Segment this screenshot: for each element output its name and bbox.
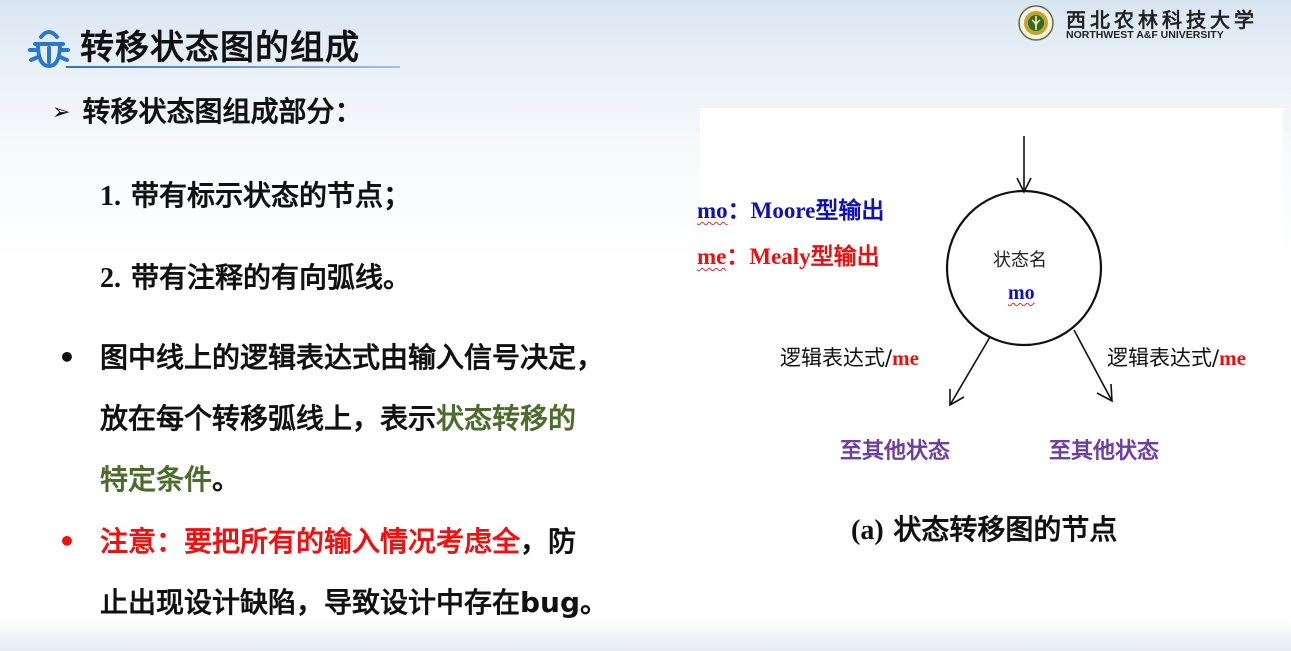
left-transition-arc xyxy=(949,336,991,406)
right-target-label: 至其他状态 xyxy=(1049,439,1160,464)
legend-moore: mo：Moore型输出 xyxy=(697,191,884,225)
legend-key: me xyxy=(697,244,727,269)
state-node-diagram xyxy=(945,136,1113,407)
left-target-label: 至其他状态 xyxy=(840,439,951,464)
legend-key: mo xyxy=(697,198,728,223)
legend-mealy: me：Mealy型输出 xyxy=(697,237,880,271)
diagram-caption: (a) 状态转移图的节点 xyxy=(851,513,1118,546)
legend-text: ：Mealy型输出 xyxy=(726,244,880,269)
state-name-label: 状态名 xyxy=(993,250,1047,271)
state-output-label: mo xyxy=(1008,282,1035,304)
right-edge-label: 逻辑表达式/me xyxy=(1107,346,1246,370)
legend-text: ：Moore型输出 xyxy=(727,198,885,223)
left-edge-label: 逻辑表达式/me xyxy=(780,346,919,370)
